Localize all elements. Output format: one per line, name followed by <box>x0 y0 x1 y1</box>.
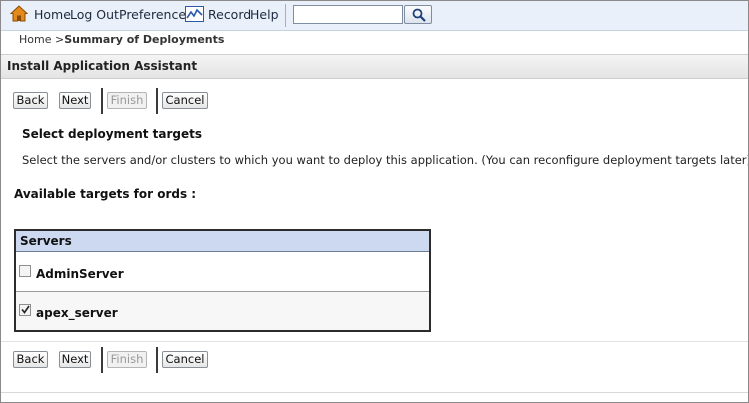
record-link[interactable]: Record <box>208 7 251 22</box>
button-separator <box>101 347 103 373</box>
servers-column-header: Servers <box>20 234 72 248</box>
search-input[interactable] <box>293 5 403 24</box>
back-button-top[interactable]: Back <box>13 92 48 109</box>
checkmark-icon <box>21 305 30 314</box>
divider <box>1 341 748 342</box>
search-button[interactable] <box>404 5 432 24</box>
breadcrumb: Home >Summary of Deployments <box>19 33 224 46</box>
cancel-button-bottom[interactable]: Cancel <box>162 351 208 368</box>
section-header: Install Application Assistant <box>1 54 748 79</box>
cancel-button-top[interactable]: Cancel <box>162 92 208 109</box>
logout-link[interactable]: Log Out <box>70 7 119 22</box>
server-name: apex_server <box>36 306 118 320</box>
table-row: apex_server <box>16 291 429 330</box>
section-title: Install Application Assistant <box>7 59 198 73</box>
button-separator <box>101 88 103 114</box>
button-separator <box>156 347 158 373</box>
help-link[interactable]: Help <box>250 7 279 22</box>
finish-button-bottom[interactable]: Finish <box>107 351 147 368</box>
table-row: AdminServer <box>16 252 429 290</box>
available-targets-label: Available targets for ords : <box>14 187 197 201</box>
breadcrumb-current: Summary of Deployments <box>64 33 225 46</box>
apex-server-checkbox[interactable] <box>19 304 31 316</box>
search-icon <box>412 8 426 22</box>
toolbar-divider <box>285 4 286 27</box>
divider <box>1 392 748 393</box>
record-icon[interactable] <box>185 6 204 22</box>
page-heading: Select deployment targets <box>22 127 203 141</box>
next-button-bottom[interactable]: Next <box>59 351 91 368</box>
global-toolbar: Home Log Out Preferences Record Help <box>1 1 748 31</box>
servers-table: Servers AdminServer apex_server <box>14 229 431 332</box>
servers-table-header: Servers <box>16 231 429 252</box>
next-button-top[interactable]: Next <box>59 92 91 109</box>
breadcrumb-home[interactable]: Home > <box>19 33 64 46</box>
finish-button-top[interactable]: Finish <box>107 92 147 109</box>
app-frame: Home Log Out Preferences Record Help Hom… <box>0 0 749 403</box>
home-link[interactable]: Home <box>34 7 71 22</box>
page-description: Select the servers and/or clusters to wh… <box>22 153 749 167</box>
back-button-bottom[interactable]: Back <box>13 351 48 368</box>
button-separator <box>156 88 158 114</box>
server-name: AdminServer <box>36 267 124 281</box>
home-icon[interactable] <box>10 5 28 23</box>
preferences-link[interactable]: Preferences <box>119 7 193 22</box>
adminserver-checkbox[interactable] <box>19 265 31 277</box>
